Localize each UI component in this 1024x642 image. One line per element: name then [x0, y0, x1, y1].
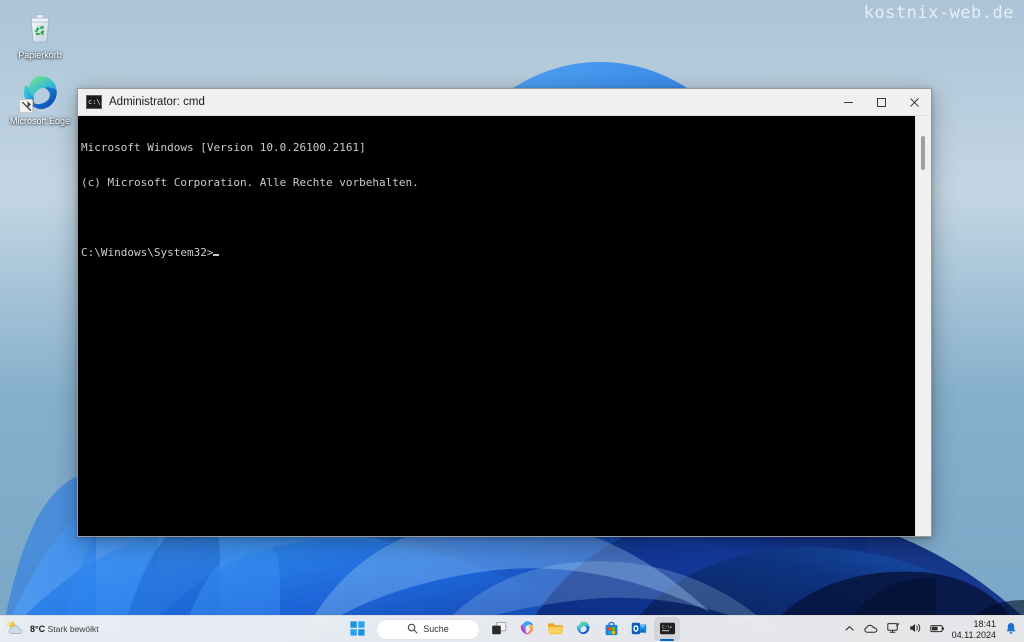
command-prompt-window[interactable]: Administrator: cmd	[77, 88, 932, 537]
folder-icon	[547, 621, 564, 638]
console-scrollbar[interactable]	[915, 116, 931, 536]
console-prompt: C:\Windows\System32>	[81, 245, 214, 259]
edge-icon	[19, 72, 61, 114]
weather-condition: Stark bewölkt	[47, 624, 99, 634]
taskbar-item-microsoft-store[interactable]	[598, 617, 624, 641]
network-button[interactable]	[883, 618, 904, 640]
console-line: Microsoft Windows [Version 10.0.26100.21…	[81, 141, 366, 155]
copilot-icon	[519, 620, 535, 638]
network-icon	[886, 622, 900, 636]
cloud-icon	[864, 623, 878, 636]
sun-behind-cloud-icon	[6, 620, 25, 638]
weather-widget[interactable]: 8°C Stark bewölkt	[2, 617, 105, 641]
speaker-icon	[909, 622, 922, 636]
start-button[interactable]	[344, 617, 370, 641]
window-body: Microsoft Windows [Version 10.0.26100.21…	[78, 116, 931, 536]
battery-icon	[929, 623, 945, 636]
notifications-button[interactable]	[1002, 618, 1020, 640]
desktop[interactable]: kostnix-web.de Papierkorb Microsoft Edge…	[0, 0, 1024, 642]
volume-button[interactable]	[905, 618, 926, 640]
system-tray[interactable]: 18:41 04.11.2024	[839, 616, 1024, 642]
close-button[interactable]	[898, 89, 931, 115]
clock[interactable]: 18:41 04.11.2024	[949, 619, 1001, 640]
show-hidden-icons-button[interactable]	[839, 618, 860, 640]
taskbar-item-edge[interactable]	[570, 617, 596, 641]
window-titlebar[interactable]: Administrator: cmd	[78, 89, 931, 116]
desktop-icon-recycle-bin[interactable]: Papierkorb	[3, 6, 77, 61]
taskbar-center-group[interactable]: Suche C:\>	[344, 616, 680, 642]
console-prompt-line: C:\Windows\System32>	[81, 245, 915, 259]
console-line: (c) Microsoft Corporation. Alle Rechte v…	[81, 175, 419, 189]
taskbar-item-file-explorer[interactable]	[542, 617, 568, 641]
search-label: Suche	[423, 624, 449, 634]
battery-button[interactable]	[927, 618, 948, 640]
desktop-icon-label: Microsoft Edge	[9, 116, 71, 126]
scrollbar-thumb[interactable]	[921, 136, 925, 170]
chevron-up-icon	[844, 623, 855, 636]
outlook-icon	[631, 621, 647, 638]
onedrive-button[interactable]	[861, 618, 882, 640]
site-watermark: kostnix-web.de	[863, 3, 1014, 23]
windows-logo-icon	[349, 620, 365, 638]
taskbar-item-task-view[interactable]	[486, 617, 512, 641]
taskbar[interactable]: 8°C Stark bewölkt Suche C:\> 18:41 04.11…	[0, 615, 1024, 642]
cmd-icon: C:\>	[659, 621, 676, 638]
edge-icon	[575, 620, 591, 638]
window-title: Administrator: cmd	[109, 96, 205, 108]
search-button[interactable]: Suche	[376, 618, 480, 640]
maximize-button[interactable]	[865, 89, 898, 115]
taskbar-item-copilot[interactable]	[514, 617, 540, 641]
svg-text:C:\>: C:\>	[662, 624, 673, 630]
shortcut-overlay-icon	[19, 99, 33, 113]
clock-date: 04.11.2024	[951, 629, 996, 640]
weather-temperature: 8°C	[30, 624, 46, 634]
cmd-icon	[86, 95, 102, 109]
taskbar-item-outlook[interactable]	[626, 617, 652, 641]
clock-time: 18:41	[973, 618, 996, 629]
weather-text: 8°C Stark bewölkt	[30, 624, 99, 634]
bell-icon	[1005, 622, 1017, 637]
text-cursor	[213, 253, 220, 256]
minimize-button[interactable]	[832, 89, 865, 115]
desktop-icon-microsoft-edge[interactable]: Microsoft Edge	[3, 72, 77, 127]
search-icon	[407, 623, 418, 636]
console-output[interactable]: Microsoft Windows [Version 10.0.26100.21…	[78, 116, 915, 536]
task-view-icon	[491, 621, 508, 638]
store-bag-icon	[604, 621, 619, 638]
desktop-icon-label: Papierkorb	[18, 50, 62, 60]
taskbar-item-command-prompt[interactable]: C:\>	[654, 617, 680, 641]
window-controls[interactable]	[832, 89, 931, 115]
recycle-bin-icon	[19, 6, 61, 48]
